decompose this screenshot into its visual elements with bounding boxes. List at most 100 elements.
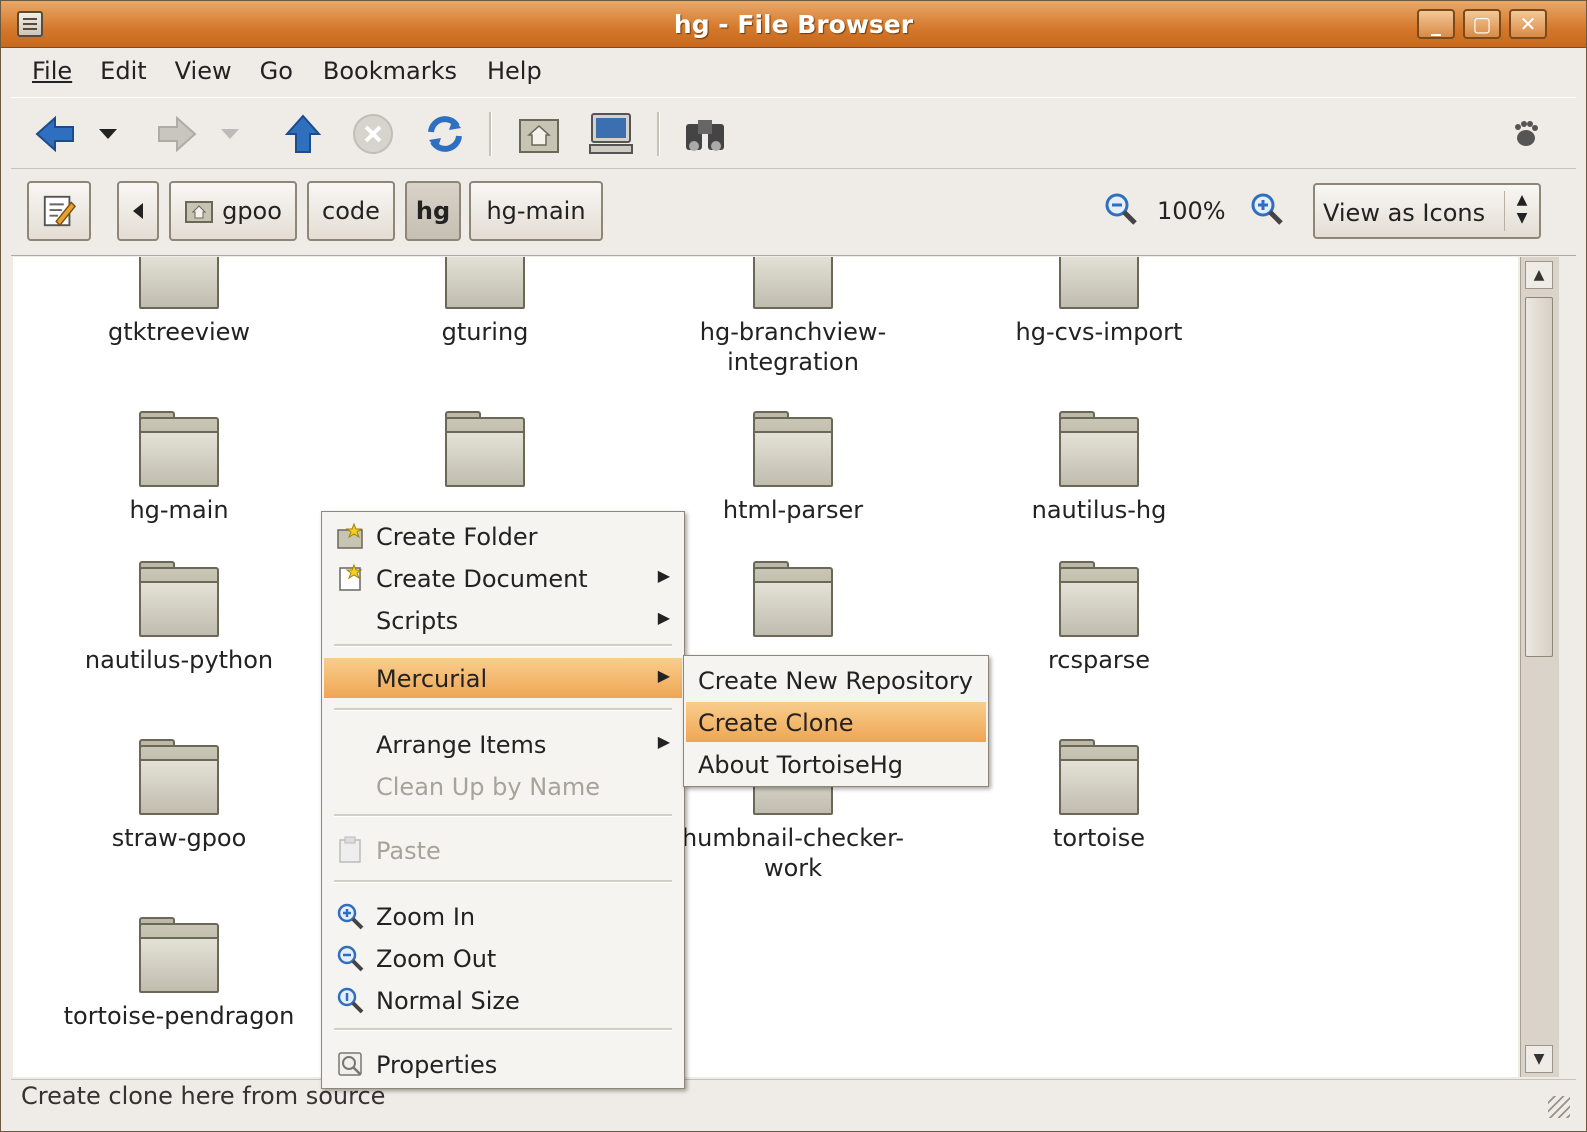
zoom-out-icon (337, 945, 364, 972)
folder-item[interactable]: hg-main (29, 411, 329, 525)
properties-icon (338, 1052, 362, 1076)
folder-icon (751, 411, 835, 489)
zoom-level[interactable]: 100% (1157, 197, 1226, 225)
folder-item[interactable]: straw-gpoo (29, 739, 329, 853)
scroll-up-button[interactable]: ▲ (1525, 261, 1553, 289)
back-button[interactable] (31, 110, 79, 158)
forward-history-dropdown[interactable] (215, 110, 245, 158)
folder-item[interactable]: hg-cvs-import (949, 257, 1249, 347)
folder-item[interactable]: tortoise-pendragon (29, 917, 329, 1031)
submenu-arrow-icon: ▶ (657, 666, 670, 685)
home-folder-icon (519, 119, 559, 153)
folder-label: tortoise-pendragon (63, 1002, 295, 1030)
maximize-button[interactable]: ▢ (1463, 9, 1501, 39)
menu-item-create-clone[interactable]: Create Clone (686, 702, 986, 742)
path-button-label: hg-main (486, 197, 586, 225)
vertical-scrollbar[interactable]: ▲ ▼ (1520, 257, 1559, 1077)
minimize-button[interactable]: _ (1417, 9, 1455, 39)
zoom-in-icon (1251, 193, 1283, 225)
scroll-down-button[interactable]: ▼ (1525, 1045, 1553, 1073)
menu-separator (334, 644, 672, 647)
menu-item-zoom-in[interactable]: Zoom In (324, 896, 682, 936)
menu-item-create-new-repository[interactable]: Create New Repository (686, 660, 986, 700)
edit-location-icon (43, 195, 77, 227)
menu-item-create-folder[interactable]: Create Folder (324, 516, 682, 556)
computer-button[interactable] (587, 110, 635, 158)
folder-icon (137, 739, 221, 817)
menu-item-about-tortoisehg[interactable]: About TortoiseHg (686, 744, 986, 784)
folder-item[interactable]: nautilus-python (29, 561, 329, 675)
back-arrow-icon (35, 115, 74, 153)
activity-indicator (1505, 110, 1545, 158)
zoom-in-button[interactable] (1243, 185, 1291, 233)
menu-item-normal-size[interactable]: Normal Size (324, 980, 682, 1020)
folder-icon (137, 411, 221, 489)
folder-label: hg-branchview-integration (699, 318, 887, 376)
zoom-out-button[interactable] (1097, 185, 1145, 233)
menu-item-scripts[interactable]: Scripts ▶ (324, 600, 682, 640)
folder-icon (137, 257, 221, 311)
path-button-hg-main[interactable]: hg-main (469, 181, 603, 241)
toggle-location-button[interactable] (27, 181, 91, 241)
up-button[interactable] (279, 110, 327, 158)
scroll-thumb[interactable] (1525, 297, 1553, 657)
dropdown-arrow-icon (99, 129, 117, 139)
folder-icon (137, 561, 221, 639)
paste-icon (339, 836, 361, 863)
menu-item-arrange-items[interactable]: Arrange Items ▶ (324, 724, 682, 764)
search-button[interactable] (681, 110, 729, 158)
status-bar: Create clone here from source (11, 1079, 1576, 1124)
reload-button[interactable] (421, 110, 469, 158)
folder-icon (137, 917, 221, 995)
stop-button[interactable] (349, 110, 397, 158)
folder-icon (1057, 411, 1141, 489)
folder-item[interactable] (643, 561, 943, 639)
title-bar[interactable]: hg - File Browser _ ▢ ✕ (1, 1, 1586, 48)
menu-item-zoom-out[interactable]: Zoom Out (324, 938, 682, 978)
home-button[interactable] (515, 110, 563, 158)
new-document-icon (339, 564, 363, 591)
folder-label: hg-main (129, 496, 229, 524)
folder-label: tortoise (1053, 824, 1145, 852)
folder-label: nautilus-python (84, 646, 274, 674)
folder-icon (1057, 257, 1141, 311)
menu-help[interactable]: Help (467, 49, 552, 85)
path-button-code[interactable]: code (307, 181, 395, 241)
menu-bookmarks[interactable]: Bookmarks (303, 49, 467, 85)
view-mode-select[interactable]: View as Icons ▲ ▼ (1313, 183, 1541, 239)
updown-arrows-icon: ▲ ▼ (1504, 191, 1539, 231)
menu-edit[interactable]: Edit (82, 49, 156, 85)
folder-item[interactable]: rcsparse (949, 561, 1249, 675)
path-scroll-left-button[interactable] (117, 181, 159, 241)
folder-icon (1057, 739, 1141, 817)
path-button-label: gpoo (222, 197, 282, 225)
folder-item[interactable]: tortoise (949, 739, 1249, 853)
menu-item-mercurial[interactable]: Mercurial ▶ (324, 658, 682, 698)
menu-view[interactable]: View (157, 49, 242, 85)
path-button-gpoo[interactable]: gpoo (169, 181, 297, 241)
folder-item[interactable]: nautilus-hg (949, 411, 1249, 525)
forward-button[interactable] (153, 110, 201, 158)
close-button[interactable]: ✕ (1509, 9, 1547, 39)
menu-separator (334, 1028, 672, 1031)
folder-item[interactable]: hg-branchview-integration (643, 257, 943, 377)
menu-item-create-document[interactable]: Create Document ▶ (324, 558, 682, 598)
view-mode-label: View as Icons (1323, 199, 1486, 227)
folder-icon (751, 561, 835, 639)
chevron-left-icon (133, 203, 143, 219)
path-button-hg[interactable]: hg (405, 181, 461, 241)
folder-item[interactable]: html-parser (643, 411, 943, 525)
folder-item[interactable]: gtktreeview (29, 257, 329, 347)
normal-size-icon (337, 987, 364, 1014)
menu-bar: File Edit View Go Bookmarks Help (11, 49, 1576, 93)
menu-item-properties[interactable]: Properties (324, 1044, 682, 1084)
folder-item[interactable] (335, 411, 635, 489)
back-history-dropdown[interactable] (93, 110, 123, 158)
menu-item-clean-up-by-name: Clean Up by Name (376, 773, 601, 801)
gnome-foot-icon (1515, 121, 1538, 146)
menu-go[interactable]: Go (242, 49, 303, 85)
menu-file[interactable]: File (11, 49, 82, 85)
dropdown-arrow-icon (221, 129, 239, 139)
resize-grip[interactable] (1548, 1096, 1570, 1118)
folder-item[interactable]: gturing (335, 257, 635, 347)
